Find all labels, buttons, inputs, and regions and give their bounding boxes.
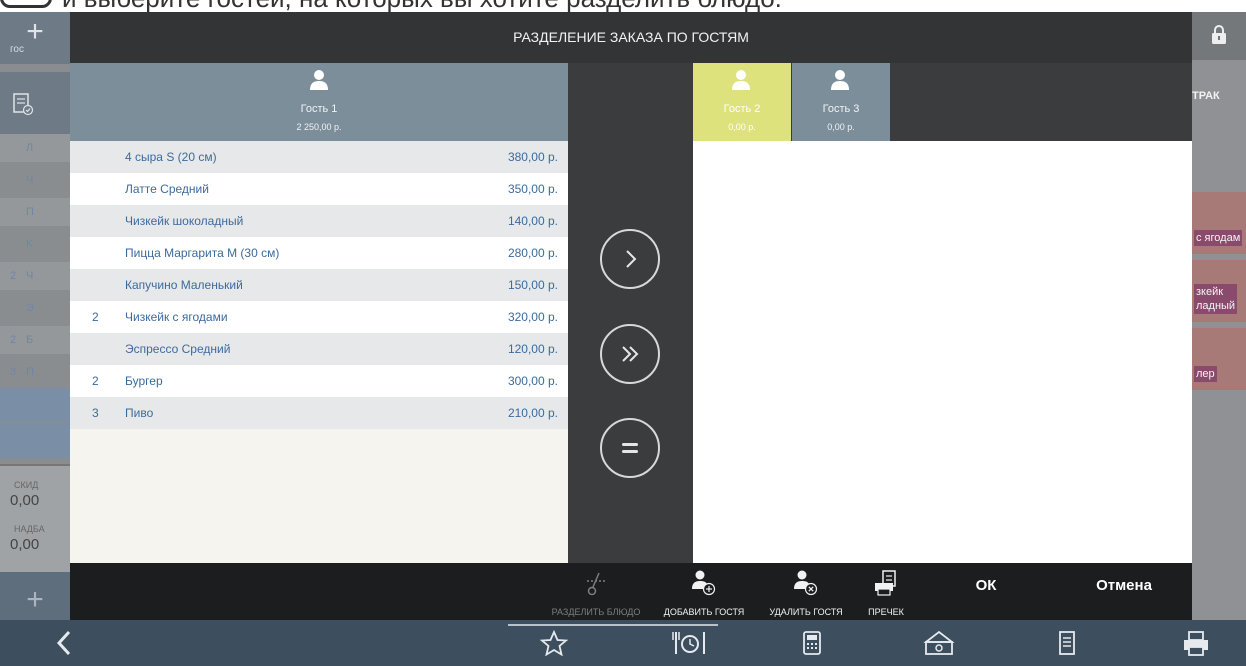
order-item-row[interactable]: Чизкейк шоколадный 140,00 р. <box>70 205 568 237</box>
bg-order-row: Л <box>0 134 70 162</box>
ok-button[interactable]: ОК <box>936 563 1036 620</box>
order-item-row[interactable]: 2 Чизкейк с ягодами 320,00 р. <box>70 301 568 333</box>
bg-order-row: Ч <box>26 174 34 186</box>
bg-add-guest-label: гос <box>10 44 24 55</box>
lock-icon <box>1192 12 1246 60</box>
cash-register-icon[interactable] <box>922 630 956 662</box>
star-icon[interactable] <box>539 629 569 662</box>
person-icon <box>732 70 750 90</box>
instruction-text: и выберите гостей, на которых вы хотите … <box>62 0 782 12</box>
target-guest-items <box>693 141 1192 563</box>
printer-receipt-icon <box>875 570 896 596</box>
equals-icon <box>622 443 638 453</box>
chevron-right-icon <box>626 250 637 268</box>
bg-order-row: П <box>0 198 70 226</box>
double-chevron-right-icon <box>622 346 639 362</box>
bg-row-highlight <box>0 424 70 458</box>
dining-clock-icon[interactable] <box>672 630 708 662</box>
guest-tab-total: 0,00 р. <box>728 122 756 132</box>
calculator-icon[interactable] <box>802 630 822 662</box>
precheck-button[interactable]: ПРЕЧЕК <box>860 563 912 620</box>
bg-totals: СКИД 0,00 НАДБА 0,00 <box>0 464 70 572</box>
hint-icon <box>0 0 52 8</box>
order-item-row[interactable]: Эспрессо Средний 120,00 р. <box>70 333 568 365</box>
nav-scroll-indicator <box>508 624 718 626</box>
order-item-row[interactable]: 3 Пиво 210,00 р. <box>70 397 568 429</box>
precheck-label: ПРЕЧЕК <box>868 607 904 617</box>
remove-guest-label: УДАЛИТЬ ГОСТЯ <box>769 607 843 617</box>
bg-receipt-icon <box>0 72 70 134</box>
move-one-button[interactable] <box>600 229 660 289</box>
printer-icon[interactable] <box>1182 630 1210 662</box>
split-order-dialog: РАЗДЕЛЕНИЕ ЗАКАЗА ПО ГОСТЯМ Гость 1 2 25… <box>70 12 1192 620</box>
order-item-row[interactable]: 4 сыра S (20 см) 380,00 р. <box>70 141 568 173</box>
bg-menu-tile: зкейк ладный <box>1192 260 1246 322</box>
back-icon[interactable] <box>56 630 72 662</box>
guest-tab-3[interactable]: Гость 3 0,00 р. <box>792 63 890 141</box>
source-guest-header[interactable]: Гость 1 2 250,00 р. <box>70 63 568 141</box>
bg-row-highlight <box>0 388 70 422</box>
remove-guest-button[interactable]: УДАЛИТЬ ГОСТЯ <box>760 563 852 620</box>
source-guest-total: 2 250,00 р. <box>296 122 342 132</box>
guest-tab-2[interactable]: Гость 2 0,00 р. <box>693 63 791 141</box>
bg-order-row: К <box>26 238 33 250</box>
bg-order-row: 2Ч <box>0 262 70 290</box>
guest-tab-name: Гость 3 <box>822 103 860 115</box>
remove-person-icon <box>794 570 818 596</box>
source-guest-panel: Гость 1 2 250,00 р. 4 сыра S (20 см) 380,… <box>70 63 568 563</box>
bg-order-panel: + гос Л Ч П К 2Ч Э 2Б 3П СКИД 0,00 НАДБА… <box>0 12 70 572</box>
bg-menu-panel: ТРАК с ягодам зкейк ладный лер <box>1192 12 1246 632</box>
guest-tab-total: 0,00 р. <box>827 122 855 132</box>
dialog-toolbar: РАЗДЕЛИТЬ БЛЮДО ДОБАВИТЬ ГОСТЯ УДАЛИТЬ Г… <box>70 563 1192 620</box>
bg-order-row: Э <box>26 302 34 314</box>
split-equally-button[interactable] <box>600 418 660 478</box>
order-item-row[interactable]: Латте Средний 350,00 р. <box>70 173 568 205</box>
guest-tab-name: Гость 2 <box>723 103 761 115</box>
split-dish-button[interactable]: РАЗДЕЛИТЬ БЛЮДО <box>540 563 652 620</box>
bg-menu-tile: с ягодам <box>1192 192 1246 254</box>
dialog-header: РАЗДЕЛЕНИЕ ЗАКАЗА ПО ГОСТЯМ <box>70 12 1192 63</box>
instruction-banner: и выберите гостей, на которых вы хотите … <box>0 0 1246 12</box>
bg-order-row: 2Б <box>0 326 70 354</box>
add-person-icon <box>692 570 716 596</box>
split-dish-label: РАЗДЕЛИТЬ БЛЮДО <box>551 607 641 617</box>
move-all-button[interactable] <box>600 324 660 384</box>
person-icon <box>831 70 849 90</box>
order-item-row[interactable]: Капучино Маленький 150,00 р. <box>70 269 568 301</box>
receipt-list-icon[interactable] <box>1058 630 1076 662</box>
order-item-row[interactable]: Пицца Маргарита М (30 см) 280,00 р. <box>70 237 568 269</box>
person-icon <box>310 70 328 90</box>
bg-order-row: 3П <box>10 366 34 378</box>
cancel-button[interactable]: Отмена <box>1070 563 1178 620</box>
bottom-navigation <box>0 620 1246 666</box>
bg-menu-tile: лер <box>1192 328 1246 390</box>
bg-add-guest-button: + <box>0 12 70 64</box>
bg-category-label: ТРАК <box>1192 90 1220 102</box>
order-item-list: 4 сыра S (20 см) 380,00 р. Латте Средний 3… <box>70 141 568 429</box>
add-guest-label: ДОБАВИТЬ ГОСТЯ <box>663 607 745 617</box>
source-guest-name: Гость 1 <box>300 103 338 115</box>
scissors-icon <box>587 572 605 596</box>
order-item-row[interactable]: 2 Бургер 300,00 р. <box>70 365 568 397</box>
dialog-title: РАЗДЕЛЕНИЕ ЗАКАЗА ПО ГОСТЯМ <box>513 29 749 45</box>
add-guest-button[interactable]: ДОБАВИТЬ ГОСТЯ <box>652 563 756 620</box>
